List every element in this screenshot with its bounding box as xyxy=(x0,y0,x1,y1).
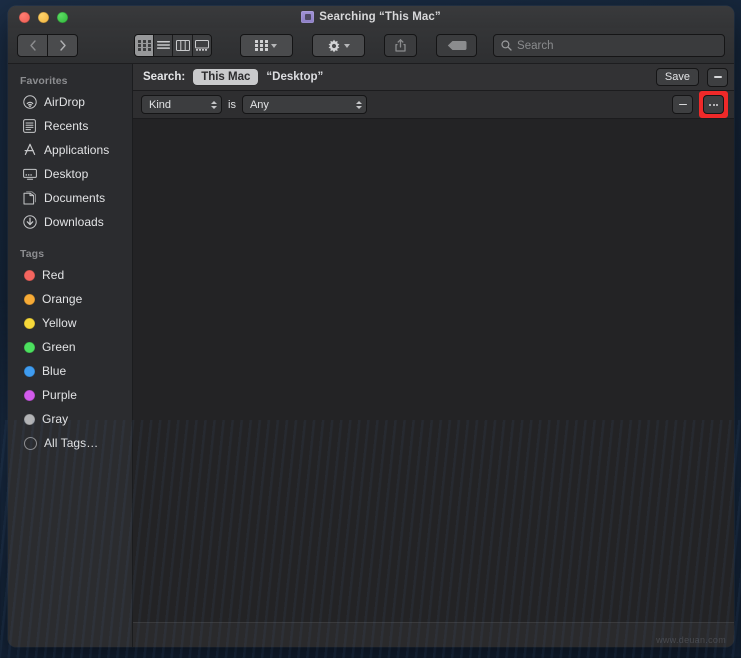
remove-search-row-button[interactable] xyxy=(707,67,728,87)
window-title-group: Searching “This Mac” xyxy=(8,6,734,28)
sidebar-section-header-tags: Tags xyxy=(20,248,45,260)
sidebar-item-airdrop[interactable]: AirDrop xyxy=(8,90,132,114)
search-field[interactable]: Search xyxy=(493,34,726,57)
watermark-text: www.deuan.com xyxy=(656,635,726,645)
group-items-button[interactable] xyxy=(239,34,293,57)
navigation-buttons xyxy=(17,34,78,57)
sidebar-item-tag-gray[interactable]: Gray xyxy=(8,407,132,431)
sidebar-item-tag-blue[interactable]: Blue xyxy=(8,359,132,383)
finder-window: Searching “This Mac” Search Favorites Ai… xyxy=(8,6,734,647)
applications-icon xyxy=(22,143,37,158)
criteria-attribute-value: Kind xyxy=(149,98,172,111)
sidebar-item-tag-purple[interactable]: Purple xyxy=(8,383,132,407)
sidebar-item-desktop[interactable]: Desktop xyxy=(8,162,132,186)
more-criteria-options-button[interactable] xyxy=(703,95,724,114)
search-placeholder: Search xyxy=(517,39,554,52)
desktop-icon xyxy=(22,167,37,182)
sidebar-item-label: Purple xyxy=(42,388,77,402)
sidebar-item-label: Yellow xyxy=(42,316,77,330)
sidebar-item-label: Red xyxy=(42,268,65,282)
search-folder-icon xyxy=(301,11,315,23)
search-scope-label: Search: xyxy=(143,71,186,83)
sidebar-item-tag-yellow[interactable]: Yellow xyxy=(8,311,132,335)
minus-icon xyxy=(713,76,722,78)
magnifier-icon xyxy=(501,40,512,51)
sidebar-item-label: Green xyxy=(42,340,76,354)
minus-icon xyxy=(678,103,687,106)
save-button[interactable]: Save xyxy=(655,68,699,86)
window-title: Searching “This Mac” xyxy=(319,11,441,23)
sidebar-item-all-tags[interactable]: All Tags… xyxy=(8,431,132,455)
search-results-area[interactable] xyxy=(133,119,734,622)
remove-criteria-button[interactable] xyxy=(672,95,693,114)
list-view-button[interactable] xyxy=(154,35,174,56)
tag-dot-icon xyxy=(24,269,35,281)
sidebar-item-label: Blue xyxy=(42,364,67,378)
search-criteria-row: Kind is Any xyxy=(133,91,734,119)
tag-dot-icon xyxy=(24,317,35,329)
tag-dot-icon xyxy=(24,365,35,377)
sidebar-item-tag-orange[interactable]: Orange xyxy=(8,287,132,311)
finder-sidebar: Favorites AirDrop Recents Applications D… xyxy=(8,64,133,647)
sidebar-item-label: Applications xyxy=(44,143,110,157)
gallery-view-button[interactable] xyxy=(192,35,211,56)
view-mode-segmented-control xyxy=(134,34,212,57)
chevron-updown-icon xyxy=(211,100,217,109)
sidebar-item-label: Orange xyxy=(42,292,83,306)
chevron-updown-icon xyxy=(355,100,362,109)
back-button[interactable] xyxy=(17,34,48,57)
sidebar-item-recents[interactable]: Recents xyxy=(8,114,132,138)
sidebar-item-applications[interactable]: Applications xyxy=(8,138,132,162)
sidebar-item-label: Desktop xyxy=(44,167,89,181)
action-button[interactable] xyxy=(311,34,365,57)
documents-icon xyxy=(22,191,37,206)
edit-tags-button[interactable] xyxy=(436,34,478,57)
scope-this-mac-button[interactable]: This Mac xyxy=(193,69,259,85)
all-tags-icon xyxy=(24,436,37,450)
finder-toolbar: Search xyxy=(8,28,734,64)
finder-content-pane: Search: This Mac “Desktop” Save Kind is … xyxy=(133,64,734,647)
status-bar: www.deuan.com xyxy=(133,622,734,647)
share-button[interactable] xyxy=(383,34,418,57)
airdrop-icon xyxy=(22,95,37,110)
criteria-value-popup[interactable]: Any xyxy=(241,95,367,114)
sidebar-item-label: Downloads xyxy=(44,215,104,229)
sidebar-item-label: All Tags… xyxy=(44,436,99,450)
sidebar-item-downloads[interactable]: Downloads xyxy=(8,210,132,234)
tag-dot-icon xyxy=(24,413,35,425)
window-body: Favorites AirDrop Recents Applications D… xyxy=(8,64,734,647)
tag-dot-icon xyxy=(24,389,35,401)
sidebar-item-label: Documents xyxy=(44,191,106,205)
sidebar-item-documents[interactable]: Documents xyxy=(8,186,132,210)
scope-desktop-button[interactable]: “Desktop” xyxy=(266,71,323,83)
criteria-operator-label: is xyxy=(228,98,236,111)
search-scope-bar: Search: This Mac “Desktop” Save xyxy=(133,64,734,91)
more-options-highlight xyxy=(699,91,728,118)
recents-icon xyxy=(22,119,37,134)
criteria-value: Any xyxy=(249,98,269,111)
ellipsis-icon xyxy=(709,103,718,106)
minimize-button[interactable] xyxy=(38,11,49,23)
sidebar-item-label: Gray xyxy=(42,412,69,426)
window-titlebar: Searching “This Mac” xyxy=(8,6,734,28)
chevron-down-icon xyxy=(271,43,278,48)
zoom-button[interactable] xyxy=(57,11,68,23)
close-button[interactable] xyxy=(19,11,30,23)
criteria-attribute-popup[interactable]: Kind xyxy=(141,95,222,114)
icon-view-button[interactable] xyxy=(135,35,155,56)
forward-button[interactable] xyxy=(48,34,78,57)
sidebar-item-tag-green[interactable]: Green xyxy=(8,335,132,359)
desktop-background: Searching “This Mac” Search Favorites Ai… xyxy=(0,0,741,658)
tag-dot-icon xyxy=(24,293,35,305)
column-view-button[interactable] xyxy=(173,35,193,56)
sidebar-item-tag-red[interactable]: Red xyxy=(8,263,132,287)
traffic-light-group xyxy=(19,11,68,23)
sidebar-item-label: Recents xyxy=(44,119,89,133)
sidebar-item-label: AirDrop xyxy=(44,95,86,109)
downloads-icon xyxy=(22,215,37,230)
chevron-down-icon xyxy=(343,43,350,48)
sidebar-section-header-favorites: Favorites xyxy=(20,75,68,87)
tag-dot-icon xyxy=(24,341,35,353)
